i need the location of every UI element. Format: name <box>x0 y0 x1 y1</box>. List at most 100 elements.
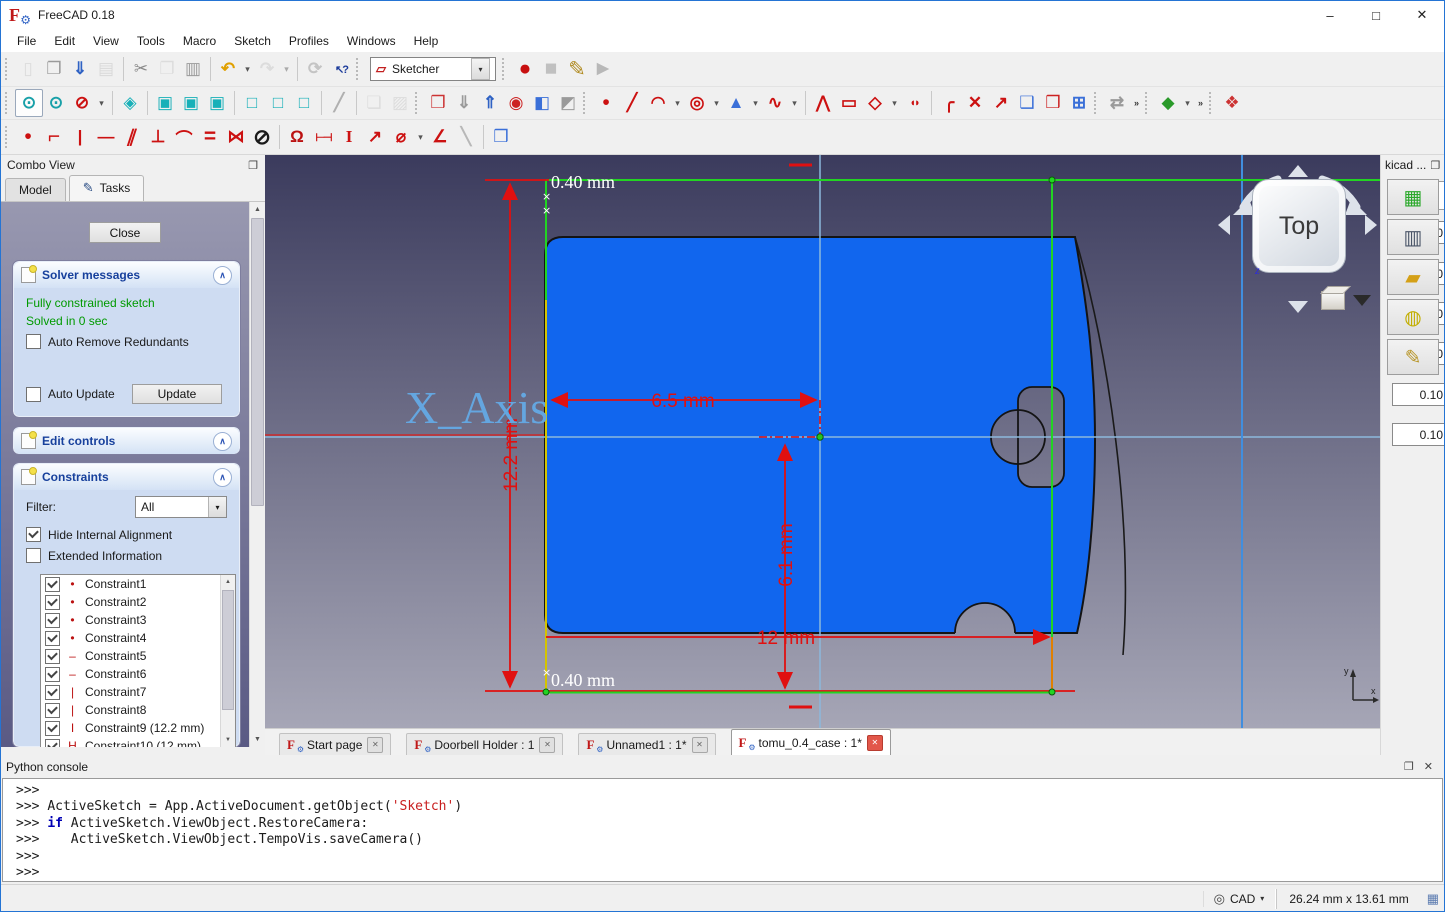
scrollbar-thumb[interactable] <box>251 218 264 506</box>
leave-sketch-icon[interactable]: ⇓ <box>451 90 477 116</box>
collapse-icon[interactable]: ∧ <box>213 468 232 487</box>
dim-12-label[interactable]: 12 mm <box>757 628 815 649</box>
maximize-button[interactable]: □ <box>1353 0 1399 30</box>
menu-item[interactable]: Tools <box>128 31 174 51</box>
constraint-tangent-icon[interactable]: ⌒ <box>171 124 197 150</box>
paste-icon[interactable]: ▥ <box>180 56 206 82</box>
toolbar-overflow-icon[interactable]: » <box>1130 90 1143 116</box>
navcube-face-label[interactable]: Top <box>1279 212 1319 241</box>
polygon-arrow-icon[interactable]: ▾ <box>888 90 901 116</box>
menu-item[interactable]: View <box>84 31 128 51</box>
view-rear-icon[interactable]: □ <box>239 90 265 116</box>
navigation-cube[interactable]: Top <box>1252 179 1346 273</box>
constraint-snell-icon[interactable]: ╲ <box>453 124 479 150</box>
document-tab[interactable]: F⚙ tomu_0.4_case : 1* ✕ <box>731 729 891 755</box>
slot-icon[interactable]: ◖◗ <box>901 90 927 116</box>
draw-style-arrow-icon[interactable]: ▾ <box>95 90 108 116</box>
offset-y-field[interactable]: 0.10 <box>1392 383 1445 406</box>
constraint-checkbox[interactable] <box>45 613 60 628</box>
measure-distance-icon[interactable]: ╱ <box>326 90 352 116</box>
tab-close-icon[interactable]: ✕ <box>867 735 883 751</box>
macro-stop-icon[interactable]: ■ <box>538 56 564 82</box>
redo-icon[interactable]: ↷ <box>254 56 280 82</box>
toggle-driving-constraint-icon[interactable]: ❒ <box>488 124 514 150</box>
create-sketch-icon[interactable]: ❒ <box>425 90 451 116</box>
extended-information-checkbox[interactable] <box>26 548 41 563</box>
constraint-checkbox[interactable] <box>45 631 60 646</box>
minimize-button[interactable]: – <box>1307 0 1353 30</box>
hide-internal-alignment-checkbox[interactable] <box>26 527 41 542</box>
update-button[interactable]: Update <box>132 384 222 404</box>
fillet-icon[interactable]: ╭ <box>936 90 962 116</box>
tab-close-icon[interactable]: ✕ <box>539 737 555 753</box>
navcube-mini-cube-icon[interactable] <box>1321 291 1345 310</box>
conic-icon[interactable]: ▲ <box>723 90 749 116</box>
scroll-up-icon[interactable]: ▲ <box>250 202 265 217</box>
vertex-point[interactable] <box>543 689 549 695</box>
reorient-sketch-icon[interactable]: ◩ <box>555 90 581 116</box>
print-icon[interactable]: ▤ <box>93 56 119 82</box>
map-sketch-icon[interactable]: ◧ <box>529 90 555 116</box>
rectangle-icon[interactable]: ▭ <box>836 90 862 116</box>
constraint-checkbox[interactable] <box>45 685 60 700</box>
open-file-icon[interactable]: ❐ <box>41 56 67 82</box>
auto-update-checkbox[interactable] <box>26 387 41 402</box>
save-icon[interactable]: ⇓ <box>67 56 93 82</box>
view-axonometric-icon[interactable]: ◈ <box>117 90 143 116</box>
kicad-tool-button[interactable]: ▦ <box>1387 179 1439 215</box>
menu-item[interactable]: Help <box>405 31 448 51</box>
vertex-point[interactable] <box>1049 689 1055 695</box>
close-task-button[interactable]: Close <box>89 222 161 243</box>
collapse-icon[interactable]: ∧ <box>213 266 232 285</box>
constraint-radius-icon[interactable]: ⌀ <box>388 124 414 150</box>
offset-top-label[interactable]: 0.40 mm <box>551 172 615 192</box>
constraint-checkbox[interactable] <box>45 577 60 592</box>
undo-arrow-icon[interactable]: ▾ <box>241 56 254 82</box>
copy-icon[interactable]: ❐ <box>154 56 180 82</box>
view-bottom-icon[interactable]: □ <box>265 90 291 116</box>
auto-remove-redundants-checkbox[interactable] <box>26 334 41 349</box>
navcube-menu-arrow[interactable] <box>1353 295 1371 306</box>
circle-icon[interactable]: ◎ <box>684 90 710 116</box>
close-button[interactable]: ✕ <box>1399 0 1445 30</box>
arc-icon[interactable]: ◠ <box>645 90 671 116</box>
scroll-down-icon[interactable]: ▼ <box>221 733 235 747</box>
dim-61-label[interactable]: 6.1 mm <box>776 523 797 586</box>
carbon-copy-icon[interactable]: ❒ <box>1040 90 1066 116</box>
constraint-row[interactable]: • Constraint3 <box>41 611 235 629</box>
view-left-icon[interactable]: □ <box>291 90 317 116</box>
constraint-row[interactable]: • Constraint1 <box>41 575 235 593</box>
kicad-tool-button[interactable]: ✎ <box>1387 339 1439 375</box>
vertex-point[interactable] <box>1049 177 1055 183</box>
select-elements-icon[interactable]: ◆ <box>1155 90 1181 116</box>
collapse-icon[interactable]: ∧ <box>213 432 232 451</box>
tab-model[interactable]: Model <box>5 178 66 201</box>
constraint-point-on-object-icon[interactable]: ⌐ <box>41 124 67 150</box>
group-icon[interactable]: ▨ <box>387 90 413 116</box>
nav-style-selector[interactable]: ◎ CAD ▾ <box>1203 891 1275 907</box>
arc-arrow-icon[interactable]: ▾ <box>671 90 684 116</box>
draw-style-icon[interactable]: ⊘ <box>69 90 95 116</box>
navcube-left-arrow[interactable] <box>1218 215 1230 235</box>
symmetry-icon[interactable]: ⇄ <box>1104 90 1130 116</box>
navcube-down-arrow[interactable] <box>1288 301 1308 313</box>
view-sketch-icon[interactable]: ⇑ <box>477 90 503 116</box>
bspline-arrow-icon[interactable]: ▾ <box>788 90 801 116</box>
menu-item[interactable]: File <box>8 31 45 51</box>
trim-icon[interactable]: ✕ <box>962 90 988 116</box>
menu-item[interactable]: Sketch <box>225 31 280 51</box>
virtual-space-icon[interactable]: ❖ <box>1219 90 1245 116</box>
document-tab[interactable]: F⚙ Unnamed1 : 1* ✕ <box>578 733 715 755</box>
undo-icon[interactable]: ↶ <box>215 56 241 82</box>
polyline-icon[interactable]: ⋀ <box>810 90 836 116</box>
console-body[interactable]: >>> >>> ActiveSketch = App.ActiveDocumen… <box>2 778 1443 882</box>
scrollbar-thumb[interactable] <box>222 590 234 710</box>
document-tab[interactable]: F⚙ Doorbell Holder : 1 ✕ <box>406 733 563 755</box>
select-elements-arrow-icon[interactable]: ▾ <box>1181 90 1194 116</box>
redo-arrow-icon[interactable]: ▾ <box>280 56 293 82</box>
circle-arrow-icon[interactable]: ▾ <box>710 90 723 116</box>
sketch-canvas[interactable]: 12.2 mm 6.5 mm 6.1 mm 12 mm 0.40 mm 0.40… <box>265 155 1380 728</box>
constraint-row[interactable]: | Constraint7 <box>41 683 235 701</box>
macro-edit-icon[interactable]: ✎ <box>564 56 590 82</box>
dim-65-label[interactable]: 6.5 mm <box>651 391 714 412</box>
